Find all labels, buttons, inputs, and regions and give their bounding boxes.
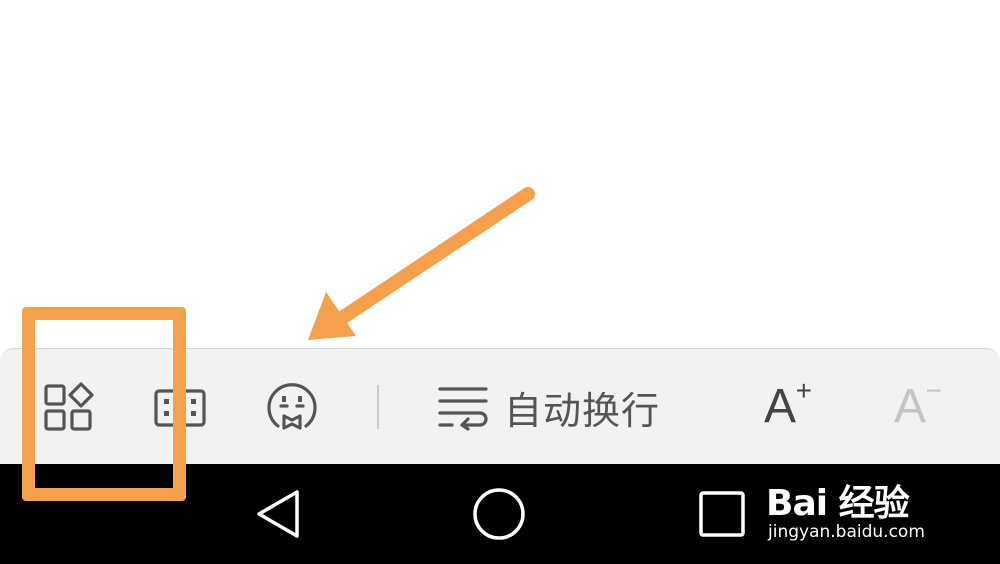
screen: 自动换行 A + A − Bai 经验 jingyan.baidu.com [0, 0, 1000, 564]
font-decrease-sup: − [925, 375, 942, 406]
recent-apps-button[interactable] [692, 486, 752, 542]
watermark-logo: Bai 经验 [766, 483, 910, 524]
home-button[interactable] [469, 486, 529, 542]
auto-wrap-label: 自动换行 [504, 388, 661, 433]
recent-apps-square-icon [699, 491, 745, 537]
font-increase-icon: A + [763, 377, 812, 433]
emoji-face-icon [267, 383, 317, 430]
back-triangle-icon [257, 490, 299, 538]
input-toolbar: 自动换行 A + A − [0, 348, 1000, 464]
font-increase-glyph: A [763, 380, 796, 433]
font-increase-button[interactable]: A + [748, 377, 812, 437]
apps-button[interactable] [38, 377, 102, 437]
text-wrap-icon [438, 387, 488, 431]
watermark-url: jingyan.baidu.com [768, 522, 925, 542]
home-circle-icon [473, 488, 525, 540]
font-increase-sup: + [795, 375, 812, 406]
emoji-button[interactable] [260, 377, 324, 437]
keyboard-icon [154, 389, 206, 427]
baidu-jingyan-watermark: Bai 经验 jingyan.baidu.com [762, 462, 998, 562]
font-decrease-glyph: A [893, 380, 926, 433]
keyboard-button[interactable] [148, 377, 212, 437]
text-editing-area[interactable] [0, 0, 1000, 348]
back-button[interactable] [248, 486, 308, 542]
font-decrease-icon: A − [893, 377, 942, 433]
font-decrease-button[interactable]: A − [878, 377, 942, 437]
toolbar-divider [377, 385, 379, 429]
auto-wrap-button[interactable]: 自动换行 [436, 377, 686, 437]
apps-grid-icon [44, 382, 94, 431]
